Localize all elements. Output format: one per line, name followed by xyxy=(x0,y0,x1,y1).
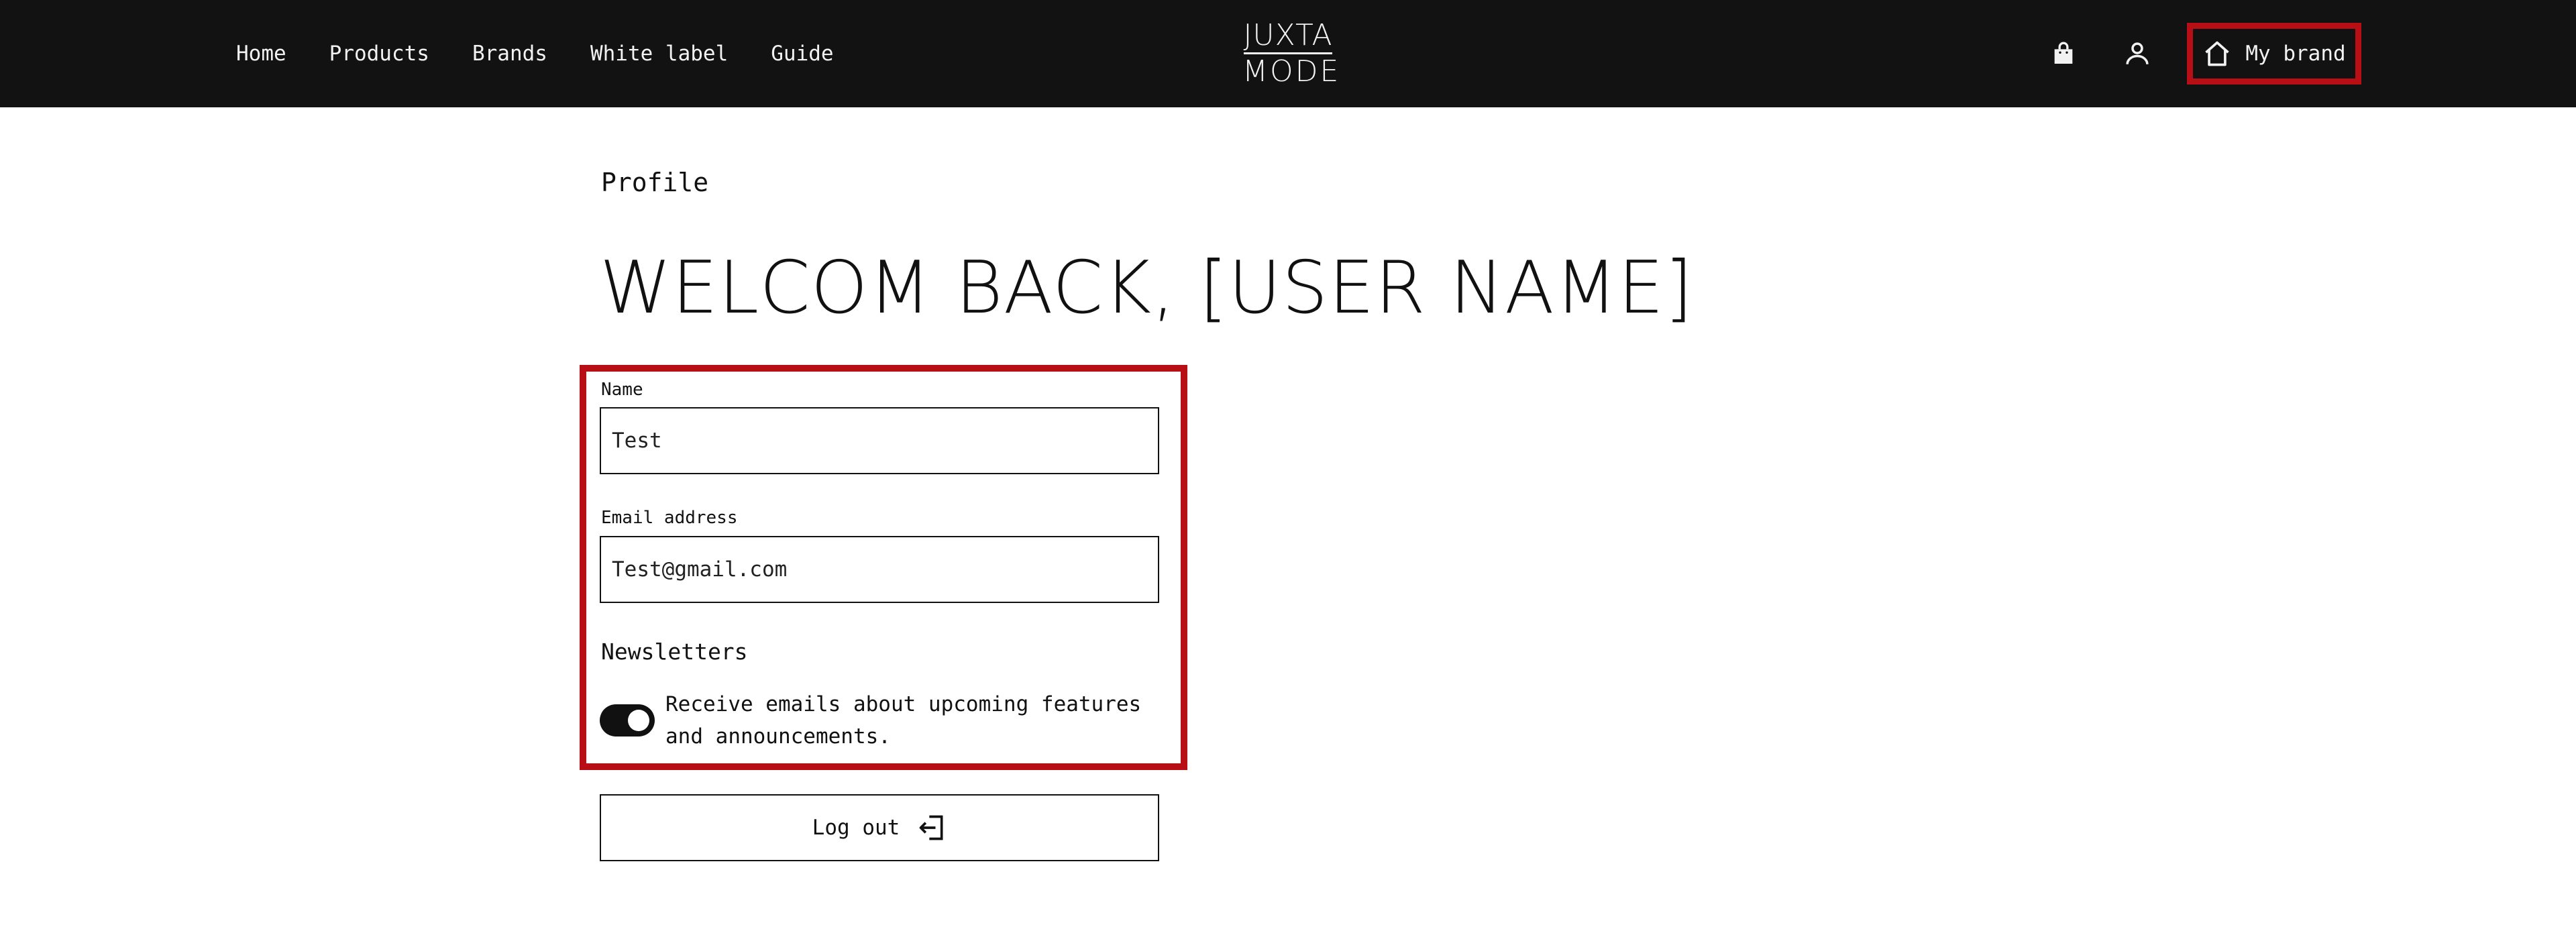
name-field[interactable] xyxy=(600,407,1159,474)
user-icon xyxy=(2126,42,2149,64)
newsletter-toggle[interactable] xyxy=(600,704,655,737)
main-nav: Home Products Brands White label Guide xyxy=(236,0,834,107)
breadcrumb: Profile xyxy=(601,168,709,197)
toggle-knob xyxy=(628,710,649,731)
nav-link-guide[interactable]: Guide xyxy=(771,42,833,66)
logout-icon xyxy=(919,815,943,840)
account-button[interactable] xyxy=(2117,34,2157,74)
newsletters-heading: Newsletters xyxy=(601,639,748,665)
nav-link-white-label[interactable]: White label xyxy=(590,42,728,66)
site-logo[interactable]: JUXTA MODE xyxy=(1242,18,1341,89)
my-brand-label: My brand xyxy=(2245,42,2346,66)
email-field[interactable] xyxy=(600,536,1159,603)
home-icon xyxy=(2205,41,2230,66)
logout-button[interactable]: Log out xyxy=(600,794,1159,861)
name-label: Name xyxy=(601,380,643,400)
cart-button[interactable] xyxy=(2043,34,2084,74)
logout-label: Log out xyxy=(812,816,900,840)
email-label: Email address xyxy=(601,508,738,528)
page-title: WELCOM BACK, [USER NAME] xyxy=(600,246,1694,330)
nav-link-home[interactable]: Home xyxy=(236,42,286,66)
nav-link-products[interactable]: Products xyxy=(329,42,429,66)
my-brand-button[interactable]: My brand xyxy=(2187,23,2361,85)
newsletter-toggle-label: Receive emails about upcoming features a… xyxy=(665,692,1142,749)
top-navigation-bar: Home Products Brands White label Guide J… xyxy=(0,0,2576,107)
nav-link-brands[interactable]: Brands xyxy=(472,42,547,66)
logo-line-1: JUXTA xyxy=(1243,18,1333,52)
logo-line-2: MODE xyxy=(1242,54,1341,89)
shopping-bag-icon xyxy=(2054,42,2073,64)
